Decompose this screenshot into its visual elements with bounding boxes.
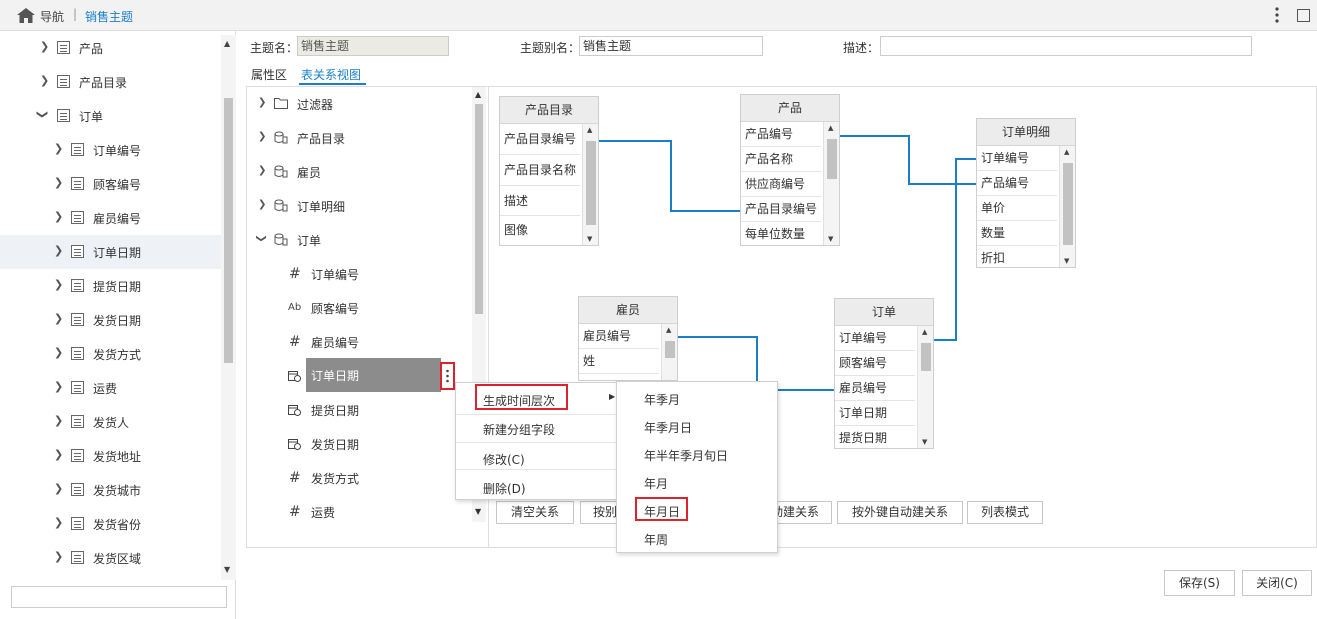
menu-item-new-group-field[interactable]: 新建分组字段 bbox=[456, 413, 616, 443]
table-field[interactable]: 产品目录编号 bbox=[500, 124, 580, 155]
table-field[interactable]: 产品编号 bbox=[977, 171, 1057, 196]
table-field[interactable]: 产品目录编号 bbox=[741, 197, 821, 222]
table-field[interactable]: 描述 bbox=[500, 186, 580, 216]
table-field[interactable]: 订单编号 bbox=[977, 146, 1057, 171]
menu-item-label: 删除(D) bbox=[483, 482, 526, 496]
table-scrollbar[interactable]: ▲ ▼ bbox=[823, 122, 839, 245]
table-field[interactable]: 供应商编号 bbox=[741, 172, 821, 197]
table-field[interactable]: 每单位数量 bbox=[741, 222, 821, 247]
table-header[interactable]: 产品 bbox=[741, 95, 839, 122]
table-node-order-detail[interactable]: 订单明细 订单编号 产品编号 单价 数量 折扣 ▲ ▼ bbox=[976, 118, 1076, 268]
menu-item-label: 新建分组字段 bbox=[483, 423, 556, 437]
submenu-arrow-icon: ▶ bbox=[609, 392, 616, 401]
menu-item-label: 修改(C) bbox=[483, 453, 525, 467]
table-field[interactable]: 产品编号 bbox=[741, 122, 821, 147]
table-field[interactable]: 产品名称 bbox=[741, 147, 821, 172]
table-field[interactable]: 提货日期 bbox=[835, 426, 915, 451]
save-button[interactable]: 保存(S) bbox=[1164, 570, 1235, 596]
highlight-frame bbox=[475, 384, 568, 410]
menu-divider bbox=[456, 469, 616, 470]
submenu-item-year-quarter-month-day[interactable]: 年季月日 bbox=[644, 419, 692, 436]
table-field[interactable]: 数量 bbox=[977, 221, 1057, 246]
clear-relations-button[interactable]: 清空关系 bbox=[496, 501, 574, 524]
table-field[interactable]: 单价 bbox=[977, 196, 1057, 221]
table-header[interactable]: 订单明细 bbox=[977, 119, 1075, 146]
table-field[interactable]: 图像 bbox=[500, 216, 580, 246]
table-field[interactable]: 雇员编号 bbox=[579, 324, 659, 349]
time-hierarchy-submenu: 年季月 年季月日 年半年季月旬日 年月 年月日 年周 bbox=[616, 381, 778, 553]
table-node-employee[interactable]: 雇员 雇员编号 姓 ▲ bbox=[578, 296, 678, 381]
table-field[interactable]: 折扣 bbox=[977, 246, 1057, 271]
highlight-frame bbox=[635, 497, 688, 521]
table-scrollbar[interactable]: ▲ ▼ bbox=[582, 124, 598, 245]
submenu-item-year-week[interactable]: 年周 bbox=[644, 531, 668, 548]
table-node-order[interactable]: 订单 订单编号 顾客编号 雇员编号 订单日期 提货日期 ▲ ▼ bbox=[834, 298, 934, 449]
submenu-item-year-quarter-month[interactable]: 年季月 bbox=[644, 391, 680, 408]
auto-relate-by-fk-button[interactable]: 按外键自动建关系 bbox=[837, 501, 963, 524]
close-button[interactable]: 关闭(C) bbox=[1242, 570, 1312, 596]
menu-item-delete[interactable]: 删除(D) bbox=[456, 472, 616, 502]
table-field[interactable]: 产品目录名称 bbox=[500, 155, 580, 186]
list-mode-button[interactable]: 列表模式 bbox=[967, 501, 1043, 524]
table-scrollbar[interactable]: ▲ ▼ bbox=[917, 326, 933, 448]
table-node-product[interactable]: 产品 产品编号 产品名称 供应商编号 产品目录编号 每单位数量 ▲ ▼ bbox=[740, 94, 840, 246]
table-field[interactable]: 顾客编号 bbox=[835, 351, 915, 376]
table-field[interactable]: 订单编号 bbox=[835, 326, 915, 351]
submenu-item-year-halfyear-quarter-month-dekad-day[interactable]: 年半年季月旬日 bbox=[644, 447, 728, 464]
table-header[interactable]: 产品目录 bbox=[500, 97, 598, 124]
table-header[interactable]: 雇员 bbox=[579, 297, 677, 324]
table-node-product-catalog[interactable]: 产品目录 产品目录编号 产品目录名称 描述 图像 ▲ ▼ bbox=[499, 96, 599, 246]
table-scrollbar[interactable]: ▲ ▼ bbox=[1059, 146, 1075, 267]
table-field[interactable]: 订单日期 bbox=[835, 401, 915, 426]
table-scrollbar[interactable]: ▲ bbox=[661, 324, 677, 380]
submenu-item-year-month[interactable]: 年月 bbox=[644, 475, 668, 492]
table-field[interactable]: 姓 bbox=[579, 349, 659, 374]
table-header[interactable]: 订单 bbox=[835, 299, 933, 326]
table-field[interactable]: 雇员编号 bbox=[835, 376, 915, 401]
